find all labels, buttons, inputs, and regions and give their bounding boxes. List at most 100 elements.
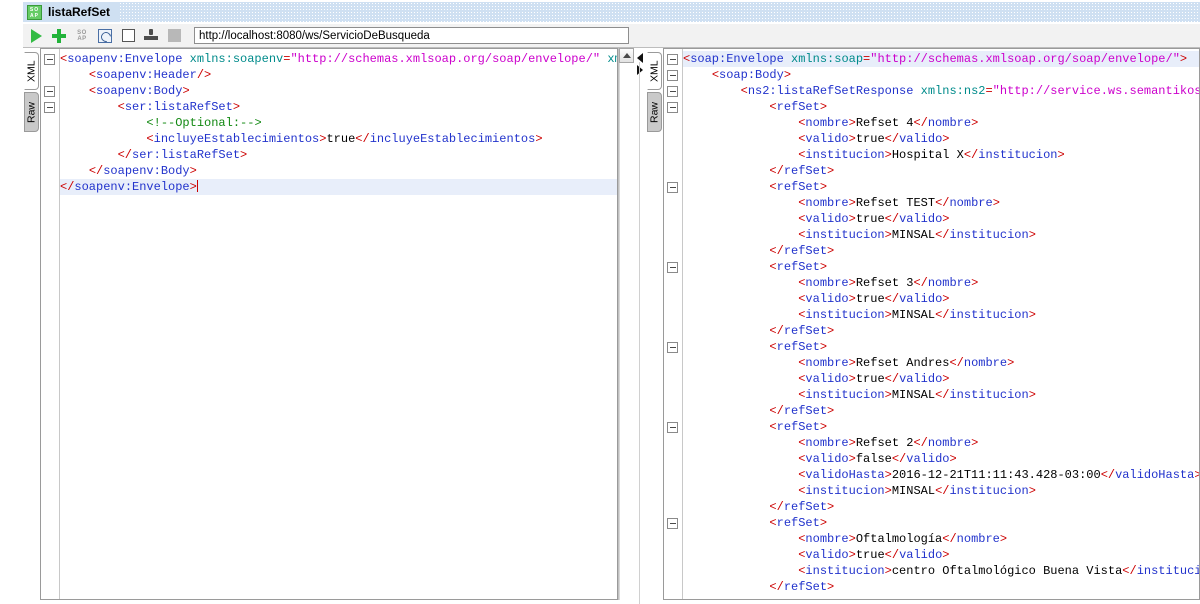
code-line: <nombre>Refset 2</nombre> xyxy=(798,436,979,450)
code-line: <incluyeEstablecimientos>true</incluyeEs… xyxy=(146,132,543,146)
endpoint-url-input[interactable]: http://localhost:8080/ws/ServicioDeBusqu… xyxy=(194,27,629,44)
response-editor-panel[interactable]: <soap:Envelope xmlns:soap="http://schema… xyxy=(663,48,1200,600)
request-tab-raw[interactable]: Raw xyxy=(24,92,39,132)
request-fold-gutter xyxy=(41,49,60,599)
code-line: <ser:listaRefSet> xyxy=(117,100,241,114)
code-line: <nombre>Refset TEST</nombre> xyxy=(798,196,1000,210)
fold-toggle-icon[interactable] xyxy=(667,102,678,113)
code-line: <soap:Envelope xmlns:soap="http://schema… xyxy=(683,51,1199,67)
code-line: <institucion>Hospital X</institucion> xyxy=(798,148,1065,162)
fold-toggle-icon[interactable] xyxy=(667,262,678,273)
code-line: <soapenv:Envelope xmlns:soapenv="http://… xyxy=(60,52,617,66)
code-line: <institucion>MINSAL</institucion> xyxy=(798,484,1036,498)
response-fold-gutter xyxy=(664,49,683,599)
collapse-right-arrow[interactable] xyxy=(637,65,643,75)
request-tabstrip: XML Raw xyxy=(23,48,40,600)
play-icon xyxy=(30,28,42,43)
code-line: <valido>true</valido> xyxy=(798,132,950,146)
code-line: </refSet> xyxy=(769,324,835,338)
request-xml-code[interactable]: <soapenv:Envelope xmlns:soapenv="http://… xyxy=(60,49,617,599)
code-line: </refSet> xyxy=(769,500,835,514)
auth-button[interactable] xyxy=(141,26,161,46)
recreate-request-button[interactable] xyxy=(95,26,115,46)
request-editor-panel[interactable]: <soapenv:Envelope xmlns:soapenv="http://… xyxy=(40,48,618,600)
code-line: <institucion>centro Oftalmológico Buena … xyxy=(798,564,1199,578)
code-line: <refSet> xyxy=(769,420,828,434)
fold-toggle-icon[interactable] xyxy=(667,342,678,353)
code-line: <valido>true</valido> xyxy=(798,548,950,562)
code-line: <refSet> xyxy=(769,180,828,194)
code-line: <nombre>Refset 4</nombre> xyxy=(798,116,979,130)
code-line: <soap:Body> xyxy=(711,68,792,82)
code-line: <nombre>Oftalmología</nombre> xyxy=(798,532,1008,546)
fold-toggle-icon[interactable] xyxy=(667,54,678,65)
soap-text-icon-line2: AP xyxy=(77,35,87,42)
response-tabstrip: XML Raw xyxy=(646,48,663,600)
stamp-icon xyxy=(144,28,158,43)
soap-format-button[interactable]: SO AP xyxy=(72,26,92,46)
code-line: </refSet> xyxy=(769,580,835,594)
code-line: <valido>true</valido> xyxy=(798,372,950,386)
code-line: <institucion>MINSAL</institucion> xyxy=(798,388,1036,402)
text-caret xyxy=(196,180,198,192)
outline-button[interactable] xyxy=(118,26,138,46)
submit-request-button[interactable] xyxy=(26,26,46,46)
soap-text-icon-line1: SO xyxy=(77,29,87,36)
code-line: <refSet> xyxy=(769,100,828,114)
titlebar-label-group: SO AP listaRefSet xyxy=(23,2,119,22)
soap-icon-line1: SO xyxy=(29,6,40,13)
request-toolbar: SO AP http://localhost:8080/ws/ServicioD… xyxy=(23,24,1200,48)
code-line: <ns2:listaRefSetResponse xmlns:ns2="http… xyxy=(740,84,1199,98)
code-line: <refSet> xyxy=(769,260,828,274)
code-line: <validoHasta>2016-12-21T11:11:43.428-03:… xyxy=(798,468,1199,482)
response-xml-code[interactable]: <soap:Envelope xmlns:soap="http://schema… xyxy=(683,49,1199,599)
fold-toggle-icon[interactable] xyxy=(44,86,55,97)
collapse-left-arrow[interactable] xyxy=(637,53,643,63)
code-line: </soapenv:Body> xyxy=(88,164,197,178)
add-request-button[interactable] xyxy=(49,26,69,46)
response-tab-raw[interactable]: Raw xyxy=(647,92,662,132)
code-line: </refSet> xyxy=(769,164,835,178)
soap-icon: SO AP xyxy=(27,4,42,20)
code-line: <valido>true</valido> xyxy=(798,292,950,306)
fold-toggle-icon[interactable] xyxy=(667,422,678,433)
code-line: <refSet> xyxy=(769,516,828,530)
response-tab-xml[interactable]: XML xyxy=(647,52,662,90)
code-line: <institucion>MINSAL</institucion> xyxy=(798,308,1036,322)
fold-toggle-icon[interactable] xyxy=(44,102,55,113)
request-scroll-track[interactable] xyxy=(619,63,634,600)
fold-toggle-icon[interactable] xyxy=(44,54,55,65)
square-icon xyxy=(121,29,135,42)
disabled-button xyxy=(164,26,184,46)
code-line: <soapenv:Header/> xyxy=(88,68,212,82)
soap-text-icon: SO AP xyxy=(77,30,87,42)
request-vertical-scrollbar[interactable] xyxy=(618,48,634,600)
code-line: <!--Optional:--> xyxy=(146,116,262,130)
code-line: </refSet> xyxy=(769,404,835,418)
fold-toggle-icon[interactable] xyxy=(667,86,678,97)
fold-toggle-icon[interactable] xyxy=(667,182,678,193)
panel-splitter[interactable] xyxy=(634,48,646,604)
gray-square-icon xyxy=(167,29,181,42)
soapui-request-window: SO AP listaRefSet SO AP http://localhost… xyxy=(0,0,1200,604)
code-line: <institucion>MINSAL</institucion> xyxy=(798,228,1036,242)
scroll-up-arrow[interactable] xyxy=(619,48,634,63)
code-line: <valido>true</valido> xyxy=(798,212,950,226)
window-title: listaRefSet xyxy=(48,5,111,19)
fold-toggle-icon[interactable] xyxy=(667,518,678,529)
titlebar-hatch-area: SO AP listaRefSet xyxy=(23,2,1200,22)
refresh-icon xyxy=(98,28,112,43)
code-line: </refSet> xyxy=(769,244,835,258)
splitter-line xyxy=(639,62,640,604)
plus-icon xyxy=(52,28,66,43)
fold-toggle-icon[interactable] xyxy=(667,70,678,81)
window-titlebar: SO AP listaRefSet xyxy=(0,0,1200,24)
code-line: <refSet> xyxy=(769,340,828,354)
code-line: <nombre>Refset Andres</nombre> xyxy=(798,356,1015,370)
request-tab-xml[interactable]: XML xyxy=(24,52,39,90)
code-line: <nombre>Refset 3</nombre> xyxy=(798,276,979,290)
code-line: </soapenv:Envelope> xyxy=(60,179,617,195)
editors-area: XML Raw <soapenv:Envelope xmlns:soapenv=… xyxy=(23,48,1200,604)
code-line: </ser:listaRefSet> xyxy=(117,148,248,162)
code-line: <valido>false</valido> xyxy=(798,452,957,466)
